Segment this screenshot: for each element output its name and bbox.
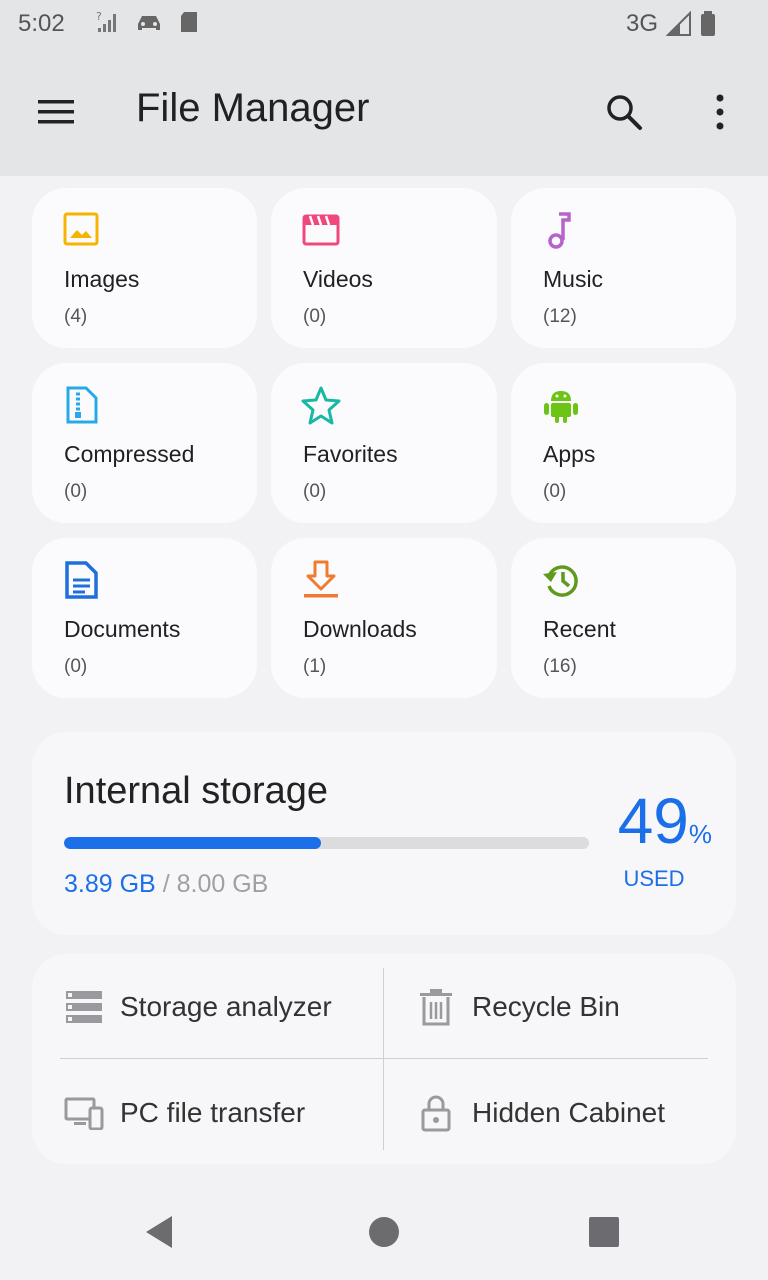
category-apps[interactable]: Apps (0) (511, 363, 736, 523)
hidden-cabinet-button[interactable]: Hidden Cabinet (416, 1078, 716, 1148)
category-count: (0) (303, 306, 327, 327)
category-compressed[interactable]: Compressed (0) (32, 363, 257, 523)
storage-used-value: 3.89 GB (64, 870, 156, 898)
app-bar: File Manager (0, 48, 768, 176)
storage-percent-value: 49 (617, 785, 689, 857)
zip-icon (66, 386, 98, 424)
history-icon (543, 565, 578, 597)
svg-text:?: ? (96, 10, 102, 23)
storage-progress-fill (64, 837, 322, 849)
network-type: 3G (625, 10, 658, 37)
nav-back-button[interactable] (132, 1204, 188, 1260)
storage-total-value: 8.00 GB (176, 870, 269, 898)
category-label: Apps (543, 441, 596, 467)
download-icon (304, 560, 338, 598)
storage-percent-sign: % (688, 819, 712, 849)
page-title: File Manager (136, 86, 370, 130)
internal-storage-card[interactable]: Internal storage 3.89 GB / 8.00 GB 49% U… (32, 732, 736, 935)
category-downloads[interactable]: Downloads (1) (271, 538, 497, 698)
category-label: Favorites (303, 441, 398, 467)
category-count: (0) (64, 481, 88, 502)
back-triangle-icon (146, 1216, 172, 1248)
tool-label: Storage analyzer (120, 991, 332, 1022)
category-label: Documents (64, 616, 181, 642)
signal-icon (666, 11, 691, 36)
menu-button[interactable] (24, 80, 88, 144)
category-count: (16) (543, 656, 577, 677)
category-count: (0) (303, 481, 327, 502)
nav-home-button[interactable] (356, 1204, 412, 1260)
category-label: Compressed (64, 441, 195, 467)
tool-label: Hidden Cabinet (472, 1097, 666, 1128)
no-signal-icon: ? (96, 10, 116, 32)
category-documents[interactable]: Documents (0) (32, 538, 257, 698)
pc-transfer-icon (64, 1097, 104, 1130)
category-label: Videos (303, 266, 373, 292)
tools-card: Storage analyzer Recycle Bin PC file tra… (32, 954, 736, 1164)
category-label: Recent (543, 616, 616, 642)
storage-percent: 49% (602, 784, 712, 858)
category-count: (0) (64, 656, 88, 677)
category-favorites[interactable]: Favorites (0) (271, 363, 497, 523)
status-time: 5:02 (18, 10, 65, 37)
star-icon (301, 386, 341, 425)
more-options-button[interactable] (688, 80, 752, 144)
lock-icon (421, 1095, 451, 1132)
nav-recents-button[interactable] (576, 1204, 632, 1260)
recents-square-icon (589, 1217, 619, 1247)
android-icon (544, 391, 578, 423)
search-button[interactable] (592, 80, 656, 144)
category-count: (12) (543, 306, 577, 327)
storage-used-label: USED (623, 866, 685, 891)
category-music[interactable]: Music (12) (511, 188, 736, 348)
hamburger-menu-icon (38, 100, 74, 124)
storage-analyzer-icon (66, 991, 102, 1023)
search-icon (607, 95, 642, 130)
document-icon (65, 561, 98, 599)
more-vert-icon (716, 94, 724, 130)
category-images[interactable]: Images (4) (32, 188, 257, 348)
tool-label: PC file transfer (120, 1097, 306, 1128)
system-navigation-bar (0, 1184, 768, 1280)
home-circle-icon (369, 1217, 399, 1247)
divider (60, 1058, 708, 1059)
category-label: Downloads (303, 616, 417, 642)
category-count: (4) (64, 306, 88, 327)
storage-analyzer-button[interactable]: Storage analyzer (64, 972, 374, 1042)
storage-separator: / (162, 870, 170, 898)
category-recent[interactable]: Recent (16) (511, 538, 736, 698)
image-icon (63, 212, 99, 246)
music-icon (548, 212, 571, 249)
status-bar: 5:02 ? 3G (0, 0, 768, 48)
storage-title: Internal storage (64, 770, 329, 812)
tool-label: Recycle Bin (472, 991, 620, 1022)
category-label: Music (543, 266, 604, 292)
category-videos[interactable]: Videos (0) (271, 188, 497, 348)
recycle-bin-button[interactable]: Recycle Bin (416, 972, 716, 1042)
pc-file-transfer-button[interactable]: PC file transfer (64, 1078, 374, 1148)
divider (383, 968, 384, 1150)
trash-icon (420, 989, 452, 1026)
vpn-car-icon (138, 16, 160, 30)
storage-progress-bar (64, 837, 589, 849)
video-icon (302, 214, 340, 246)
category-count: (1) (303, 656, 327, 677)
battery-icon (701, 11, 715, 36)
category-grid: Images (4) Videos (0) Music (12) Compres… (32, 188, 736, 698)
storage-usage-text: 3.89 GB / 8.00 GB (64, 870, 268, 899)
category-count: (0) (543, 481, 567, 502)
category-label: Images (64, 266, 140, 292)
sd-card-icon (181, 12, 197, 32)
